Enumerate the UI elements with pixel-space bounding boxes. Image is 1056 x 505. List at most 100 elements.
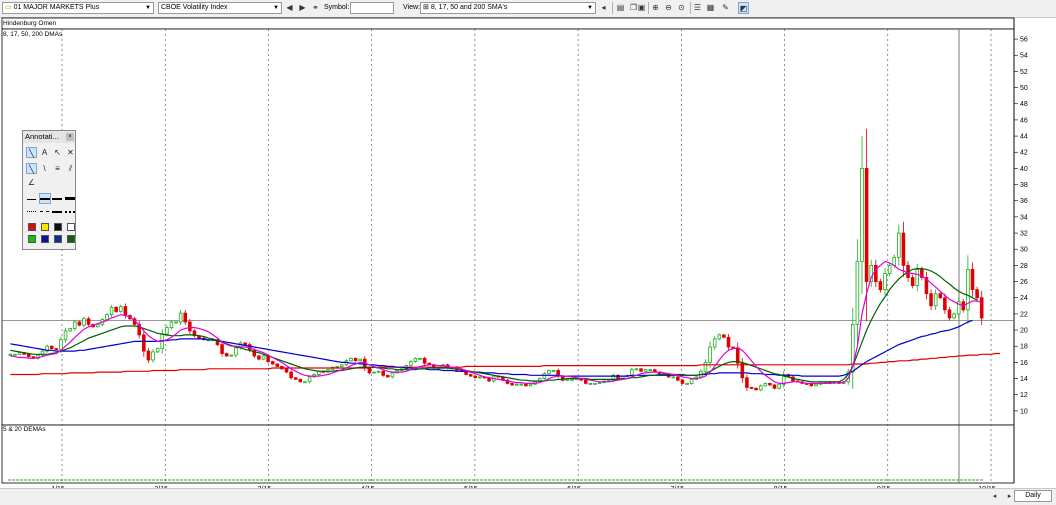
candle	[648, 369, 653, 372]
candle	[381, 370, 385, 376]
candle	[468, 374, 473, 377]
color-swatch[interactable]	[54, 235, 62, 243]
candle	[583, 379, 588, 384]
candle	[864, 168, 869, 282]
y-tick-label: 18	[1020, 344, 1028, 351]
y-tick-label: 24	[1020, 295, 1028, 302]
line-width-4[interactable]	[65, 197, 75, 200]
indicator-pane-label: Hindenburg Omen	[3, 20, 57, 27]
y-tick-label: 52	[1020, 69, 1028, 76]
delete-icon[interactable]: ✕	[65, 147, 76, 158]
fan-icon[interactable]: ⫽	[65, 163, 76, 174]
period-selector[interactable]: Daily	[1014, 490, 1052, 502]
angle-icon[interactable]: ∠	[26, 177, 37, 188]
line-style-dashed[interactable]	[40, 211, 49, 212]
candle	[975, 289, 979, 299]
y-tick-label: 36	[1020, 198, 1028, 205]
candle	[519, 383, 524, 386]
candle	[947, 309, 952, 319]
ray-icon[interactable]: \	[39, 163, 50, 174]
channel-icon[interactable]: ≡	[52, 163, 63, 174]
palette-titlebar[interactable]: Annotati... ×	[23, 131, 75, 143]
candle	[229, 354, 234, 357]
color-swatch[interactable]	[41, 223, 49, 231]
candle	[910, 277, 915, 286]
candle	[220, 344, 224, 354]
y-tick-label: 42	[1020, 150, 1028, 157]
candle	[303, 381, 307, 384]
line-tool-icon[interactable]: ╲	[26, 147, 37, 158]
trendline-icon[interactable]: ╲	[26, 163, 37, 174]
candle	[54, 348, 59, 351]
candle	[735, 347, 740, 364]
pointer-icon[interactable]: ↖	[52, 147, 63, 158]
candle	[929, 293, 933, 307]
line-style-long-dash[interactable]	[52, 211, 62, 213]
indicator-pane	[1, 17, 1015, 30]
candle	[514, 383, 519, 386]
candle	[887, 264, 892, 274]
y-tick-label: 32	[1020, 231, 1028, 238]
color-swatch[interactable]	[41, 235, 49, 243]
y-tick-label: 38	[1020, 182, 1028, 189]
y-tick-label: 10	[1020, 408, 1028, 415]
candle	[243, 342, 247, 345]
chart-area[interactable]: 10 12 14 16 18 20 22 24 26 28 30 32 34 36 38 40 42 44 46 48…	[0, 0, 1056, 504]
candle	[897, 232, 901, 258]
close-icon[interactable]: ×	[66, 133, 74, 141]
candle	[257, 355, 261, 360]
candle	[680, 379, 685, 384]
color-swatch[interactable]	[67, 223, 75, 231]
candle	[768, 382, 772, 386]
candle	[298, 378, 303, 383]
candle	[151, 351, 155, 361]
candle	[169, 321, 174, 329]
line-width-1[interactable]	[27, 199, 36, 200]
candle	[293, 377, 298, 380]
candle	[418, 357, 422, 360]
candle	[597, 382, 602, 384]
color-swatch[interactable]	[28, 223, 36, 231]
candle	[763, 382, 768, 387]
line-width-3[interactable]	[52, 198, 62, 200]
candle	[72, 321, 77, 329]
color-swatch[interactable]	[54, 223, 62, 231]
y-tick-label: 40	[1020, 166, 1028, 173]
candle	[409, 361, 413, 367]
candle	[892, 256, 897, 266]
candle	[155, 348, 160, 353]
color-swatch[interactable]	[28, 235, 36, 243]
candle	[275, 363, 280, 367]
main-pane-label: 8, 17, 50, 200 DMAs	[3, 31, 63, 38]
y-tick-label: 28	[1020, 263, 1028, 270]
candle	[307, 376, 312, 383]
candle	[542, 373, 547, 379]
text-tool[interactable]: A	[39, 147, 50, 158]
palette-title: Annotati...	[25, 132, 59, 141]
line-style-dash-dot[interactable]	[65, 211, 75, 213]
candle	[970, 269, 975, 291]
candle	[63, 330, 68, 341]
candle	[123, 306, 128, 316]
candle	[639, 368, 643, 372]
color-swatch[interactable]	[67, 235, 75, 243]
y-tick-label: 46	[1020, 117, 1028, 124]
line-style-dotted[interactable]	[27, 211, 36, 212]
candle	[860, 168, 864, 262]
candle	[901, 232, 906, 266]
candle	[593, 382, 597, 385]
scroll-right-icon[interactable]: ▸	[1005, 492, 1014, 501]
annotation-palette[interactable]: Annotati... × ╲ A ↖ ✕ ╲ \ ≡ ⫽ ∠	[22, 130, 76, 250]
candle	[758, 385, 763, 391]
candle	[703, 361, 708, 372]
candle	[708, 346, 712, 363]
y-tick-label: 34	[1020, 214, 1028, 221]
candle	[376, 370, 381, 373]
candle	[270, 361, 275, 365]
scroll-left-icon[interactable]: ◂	[990, 492, 999, 501]
candle	[59, 339, 63, 350]
y-tick-label: 50	[1020, 85, 1028, 92]
y-tick-label: 54	[1020, 53, 1028, 60]
y-tick-label: 26	[1020, 279, 1028, 286]
candle	[607, 379, 611, 382]
